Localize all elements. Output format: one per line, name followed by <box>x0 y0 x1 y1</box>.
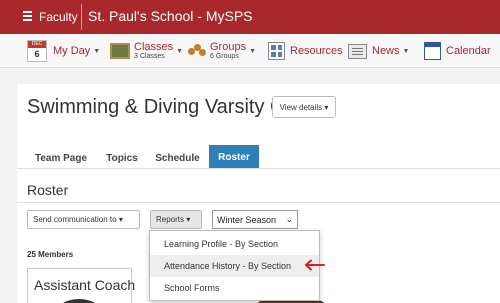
menu-item-attendance-history[interactable]: Attendance History - By Section <box>150 255 319 277</box>
season-select[interactable]: Winter Season ⌄ <box>212 210 298 229</box>
nav-calendar[interactable]: Calendar <box>424 34 491 68</box>
nav-news[interactable]: News ▼ <box>348 34 409 68</box>
nav-label: My Day <box>53 45 91 57</box>
calendar-day-icon: DEC 6 <box>27 40 47 62</box>
top-bar: Faculty St. Paul's School - MySPS <box>0 0 500 34</box>
nav-resources[interactable]: Resources <box>268 34 343 68</box>
school-title[interactable]: St. Paul's School - MySPS <box>88 8 253 24</box>
chevron-down-icon: ⌄ <box>285 214 293 224</box>
red-arrow-icon <box>305 259 325 271</box>
menu-item-learning-profile[interactable]: Learning Profile - By Section <box>150 233 319 255</box>
tab-roster[interactable]: Roster <box>209 145 259 169</box>
people-icon <box>188 43 206 59</box>
main-nav: DEC 6 My Day ▼ Classes 3 Classes ▼ Groups… <box>0 34 500 68</box>
view-details-button[interactable]: View details ▾ <box>272 96 336 118</box>
menu-icon[interactable] <box>23 11 32 21</box>
nav-groups[interactable]: Groups 6 Groups ▼ <box>188 34 256 68</box>
divider <box>17 202 500 203</box>
nav-classes[interactable]: Classes 3 Classes ▼ <box>110 34 183 68</box>
section-title: Roster <box>27 182 69 198</box>
calendar-icon <box>424 42 441 60</box>
page-title: Swimming & Diving Varsity Girls <box>27 96 312 118</box>
resources-icon <box>268 42 285 60</box>
menu-item-school-forms[interactable]: School Forms <box>150 277 319 299</box>
reports-button[interactable]: Reports ▾ <box>150 210 202 229</box>
newspaper-icon <box>348 43 367 59</box>
tab-topics[interactable]: Topics <box>99 148 145 168</box>
tab-team-page[interactable]: Team Page <box>27 148 95 168</box>
divider <box>81 4 82 30</box>
send-communication-button[interactable]: Send communication to ▾ <box>27 210 140 229</box>
chalkboard-icon <box>110 43 130 59</box>
role-switcher[interactable]: Faculty <box>39 10 78 24</box>
nav-my-day[interactable]: DEC 6 My Day ▼ <box>27 34 100 68</box>
reports-menu: Learning Profile - By Section Attendance… <box>149 230 320 301</box>
members-count: 25 Members <box>27 250 74 259</box>
tabs-underline <box>17 168 500 169</box>
tab-schedule[interactable]: Schedule <box>150 148 205 168</box>
card-title: Assistant Coach <box>34 277 136 293</box>
